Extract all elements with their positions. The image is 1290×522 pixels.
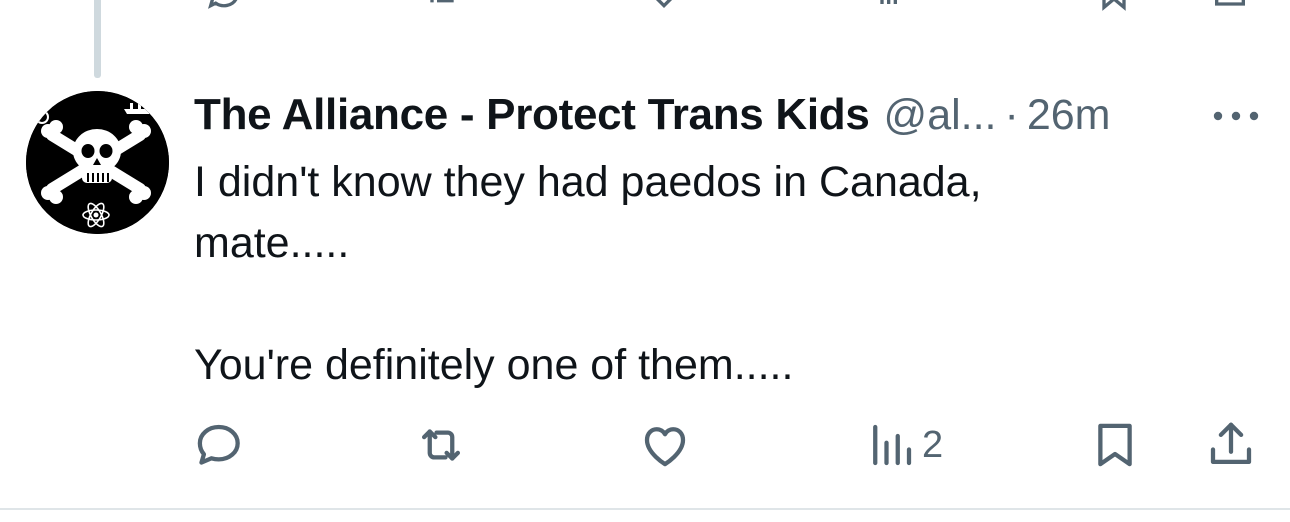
reply-icon: [197, 424, 240, 465]
views-count: 2: [922, 423, 944, 466]
timestamp[interactable]: 26m: [1027, 91, 1111, 140]
tweet-actions: 2: [0, 418, 1290, 472]
previous-tweet-actions: [0, 0, 1290, 14]
share-icon[interactable]: [1206, 0, 1254, 19]
tweet-header: The Alliance - Protect Trans Kids @al...…: [194, 88, 1111, 142]
views-button[interactable]: 2: [864, 418, 943, 472]
bookmark-icon[interactable]: [1090, 0, 1138, 19]
bookmark-icon: [1098, 423, 1132, 467]
like-icon: [644, 427, 686, 467]
tweet-text-line: mate.....: [194, 219, 350, 267]
more-icon[interactable]: [1208, 96, 1264, 136]
views-icon[interactable]: [868, 0, 916, 19]
like-button[interactable]: [638, 418, 692, 472]
share-icon: [1210, 422, 1252, 465]
user-handle[interactable]: @al...: [884, 91, 997, 140]
tweet-text-line: I didn't know they had paedos in Canada,: [194, 158, 982, 206]
skull-crossbones-icon: [26, 91, 169, 234]
views-icon: [873, 424, 912, 466]
reply-button[interactable]: [192, 418, 246, 472]
reply-icon[interactable]: [200, 0, 248, 19]
share-button[interactable]: [1204, 418, 1258, 472]
tweet-text-line: You're definitely one of them.....: [194, 341, 794, 389]
avatar[interactable]: [26, 91, 169, 234]
bookmark-button[interactable]: [1088, 418, 1142, 472]
retweet-button[interactable]: [414, 418, 468, 472]
like-icon[interactable]: [640, 0, 688, 19]
retweet-icon: [421, 429, 461, 461]
tweet-text: I didn't know they had paedos in Canada,…: [194, 152, 1254, 396]
display-name[interactable]: The Alliance - Protect Trans Kids: [194, 90, 870, 140]
separator-dot: ·: [1004, 90, 1019, 139]
divider: [0, 508, 1290, 510]
retweet-icon[interactable]: [418, 0, 466, 19]
